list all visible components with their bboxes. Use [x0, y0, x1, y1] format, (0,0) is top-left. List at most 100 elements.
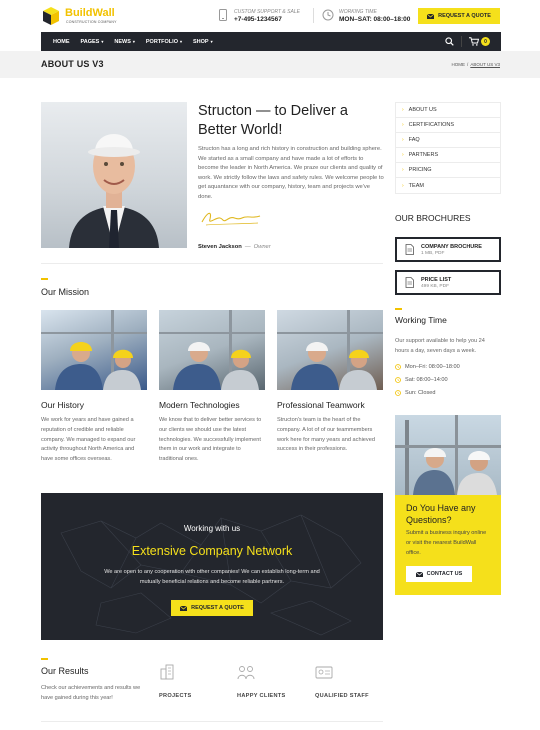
cart-icon[interactable]	[469, 37, 479, 46]
hours-text: Sun: Closed	[405, 390, 436, 396]
mission-card-text: Structon's team is the heart of the comp…	[277, 417, 375, 453]
nav-item-label: HOME	[53, 38, 70, 45]
results-accent	[41, 658, 48, 660]
sidebar-item-partners[interactable]: › PARTNERS	[396, 148, 500, 163]
envelope-icon	[415, 571, 423, 577]
people-icon	[237, 664, 255, 685]
cart-count-badge: 0	[481, 37, 490, 46]
page-title: ABOUT US V3	[41, 59, 104, 69]
mission-card-image	[159, 310, 265, 390]
hours-item: Mon–Fri: 08:00–18:00	[395, 364, 460, 370]
mission-card-text: We know that to deliver better services …	[159, 417, 262, 463]
sidebar-item-certifications[interactable]: › CERTIFICATIONS	[396, 118, 500, 133]
cta-photo	[395, 415, 501, 495]
brochure-name: PRICE LIST	[421, 276, 452, 283]
network-quote-button[interactable]: REQUEST A QUOTE	[171, 600, 253, 616]
sidebar-item-label: PARTNERS	[408, 152, 439, 158]
intro-text: Structon has a long and rich history in …	[198, 146, 384, 200]
mission-card-title: Our History	[41, 400, 84, 410]
chevron-right-icon: ›	[402, 152, 404, 158]
mission-card-text: We work for years and have gained a repu…	[41, 417, 136, 463]
mission-card-title: Professional Teamwork	[277, 400, 365, 410]
logo-tagline: CONSTRUCTION COMPANY	[66, 20, 117, 24]
nav-item-label: SHOP	[193, 38, 209, 45]
intro-author: Steven Jackson — Owner	[198, 244, 271, 250]
contact-us-button[interactable]: CONTACT US	[406, 566, 472, 582]
chevron-down-icon: ▾	[179, 39, 182, 44]
request-quote-button[interactable]: REQUEST A QUOTE	[418, 8, 500, 24]
nav-item-pages[interactable]: PAGES ▾	[81, 32, 104, 51]
clock-icon	[395, 377, 401, 383]
nav-item-portfolio[interactable]: PORTFOLIO ▾	[146, 32, 182, 51]
nav-item-news[interactable]: NEWS ▾	[114, 32, 135, 51]
cta-workers-illustration	[395, 415, 501, 495]
section-divider	[41, 263, 383, 264]
brochure-meta: 499 KB, PDF	[421, 283, 449, 289]
sidebar-item-pricing[interactable]: › PRICING	[396, 163, 500, 178]
mission-card-image	[41, 310, 147, 390]
chevron-right-icon: ›	[402, 182, 404, 189]
network-text: We are open to any cooperation with othe…	[104, 569, 320, 585]
chevron-right-icon: ›	[402, 137, 404, 143]
network-banner: Working with us Extensive Company Networ…	[41, 493, 383, 640]
nav-item-shop[interactable]: SHOP ▾	[193, 32, 213, 51]
pdf-file-icon	[405, 277, 414, 288]
results-item-label: PROJECTS	[159, 693, 192, 699]
cta-text: Submit a business inquiry online or visi…	[406, 530, 487, 556]
brochure-download[interactable]: PRICE LIST 499 KB, PDF	[395, 270, 501, 295]
mission-accent	[41, 278, 48, 280]
sidebar-item-label: CERTIFICATIONS	[408, 122, 454, 128]
network-quote-label: REQUEST A QUOTE	[191, 605, 244, 611]
signature-icon	[201, 212, 261, 226]
mission-card-image	[277, 310, 383, 390]
author-name: Steven Jackson	[198, 244, 242, 250]
support-label: CUSTOM SUPPORT & SALE	[234, 9, 300, 15]
breadcrumb-sep: /	[467, 62, 469, 67]
breadcrumb-current: ABOUT US V3	[470, 62, 500, 67]
logo-name: BuildWall	[65, 7, 115, 19]
cart-count: 0	[484, 38, 487, 45]
nav-item-label: PORTFOLIO	[145, 38, 178, 45]
chevron-right-icon: ›	[402, 167, 404, 173]
support-phone[interactable]: +7-495-1234567	[234, 16, 282, 23]
sidebar-item-label: FAQ	[408, 137, 420, 143]
network-subtitle: Working with us	[183, 524, 241, 533]
sidebar-item-team[interactable]: › TEAM	[396, 178, 500, 193]
nav-divider	[461, 36, 462, 47]
results-item-label: HAPPY CLIENTS	[237, 693, 286, 699]
hours-value: MON–SAT: 08:00–18:00	[339, 16, 411, 23]
author-sep: —	[244, 244, 251, 250]
logo[interactable]: BuildWall CONSTRUCTION COMPANY	[41, 6, 121, 26]
nav-items: HOME PAGES ▾ NEWS ▾ PORTFOLIO ▾ SHOP ▾	[53, 32, 213, 51]
sidebar-menu: › ABOUT US › CERTIFICATIONS › FAQ › PARTNERS › PR…	[395, 102, 501, 194]
nav-item-label: PAGES	[80, 38, 100, 45]
brochure-download[interactable]: COMPANY BROCHURE 1 MB, PDF	[395, 237, 501, 262]
envelope-icon	[180, 605, 188, 611]
nav-item-home[interactable]: HOME	[53, 32, 70, 51]
chevron-down-icon: ▾	[132, 39, 135, 44]
chevron-right-icon: ›	[402, 107, 404, 113]
request-quote-label: REQUEST A QUOTE	[438, 13, 491, 19]
chevron-down-icon: ▾	[210, 39, 213, 44]
header-divider	[313, 8, 314, 23]
pdf-file-icon	[405, 244, 414, 255]
id-card-icon	[315, 664, 333, 685]
breadcrumb: HOME / ABOUT US V3	[452, 62, 500, 67]
results-title: Our Results	[41, 666, 89, 676]
results-divider	[41, 721, 383, 722]
sidebar-item-faq[interactable]: › FAQ	[396, 133, 500, 148]
sidebar-item-label: PRICING	[408, 167, 432, 173]
network-title: Extensive Company Network	[131, 544, 293, 558]
hours-text: Mon–Fri: 08:00–18:00	[405, 364, 460, 370]
hours-text: Sat: 08:00–14:00	[405, 377, 448, 383]
intro-heading: Structon — to Deliver a Better World!	[198, 103, 348, 138]
hours-item: Sat: 08:00–14:00	[395, 377, 448, 383]
search-icon[interactable]	[445, 37, 454, 46]
contact-us-label: CONTACT US	[426, 571, 463, 577]
brochure-meta: 1 MB, PDF	[421, 250, 445, 256]
sidebar-item-about-us[interactable]: › ABOUT US	[396, 103, 500, 118]
author-role: Owner	[253, 244, 271, 250]
breadcrumb-home[interactable]: HOME	[452, 62, 466, 67]
sidebar-item-label: TEAM	[408, 182, 424, 189]
clock-icon	[395, 364, 401, 370]
